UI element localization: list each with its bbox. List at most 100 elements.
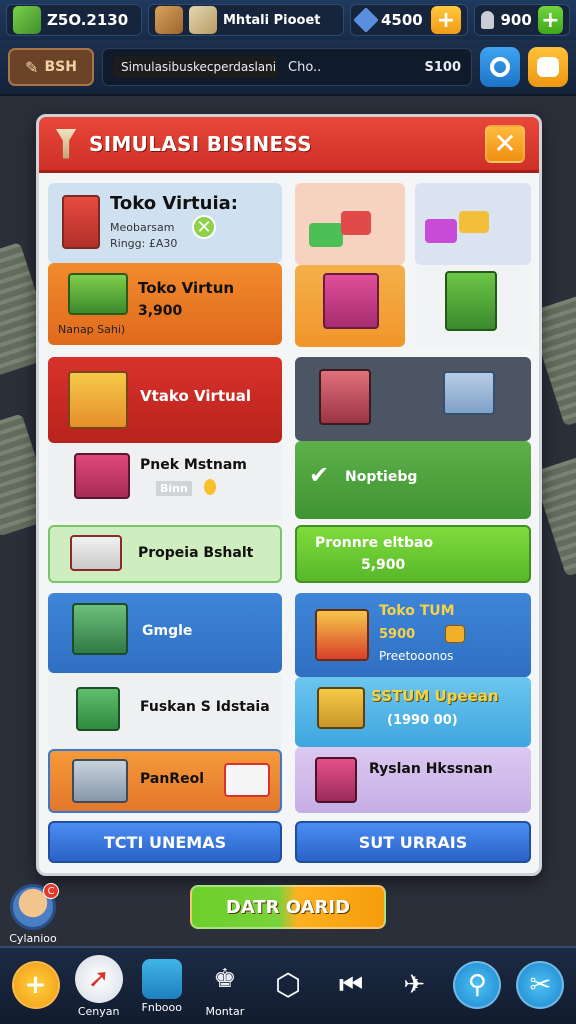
plus-icon: + [11, 961, 60, 1009]
card-price: 5900 [379, 627, 416, 642]
nav-add[interactable]: + [6, 961, 66, 1011]
red-goods-icon [341, 211, 371, 235]
staff-value: 900 [500, 11, 532, 29]
nav-hexagon[interactable]: ⬡ [258, 961, 318, 1011]
nav-montar[interactable]: ♚ Montar [195, 955, 255, 1018]
checkmark-icon: ✔ [309, 461, 330, 489]
nav-label: Cenyan [77, 1004, 120, 1018]
card-title: Propeia Bshalt [138, 545, 254, 561]
shop-card-sstum-upeean[interactable]: SSTUM Upeean (1990 00) [295, 677, 531, 747]
plane-icon: ✈ [403, 970, 426, 1000]
green-shelf-icon [445, 271, 497, 331]
top-resource-bar: Z5O.2130 Mhtali Piooet 4500 + 900 + [0, 0, 576, 40]
card-title: Pnek Mstnam [140, 457, 247, 473]
shop-card-toko-virtual[interactable]: Toko Virtuia: Meobarsam Ringg: £A30 ✕ [48, 183, 282, 263]
search-icon: ⚲ [453, 961, 502, 1009]
card-title: PanReol [140, 771, 204, 787]
item-card-pink-stall[interactable] [295, 265, 405, 347]
card-detail: Meobarsam [110, 221, 175, 234]
gems-value: 4500 [381, 11, 423, 29]
tools-icon: ✂ [516, 961, 565, 1009]
card-price: (1990 00) [387, 713, 458, 728]
nav-fnbooo[interactable]: Fnbooo [132, 958, 192, 1014]
avatar-name: Cylanioo [9, 932, 57, 945]
card-subtitle: Preetooonos [379, 649, 454, 663]
shop-card-fuskan[interactable]: Fuskan S Idstaia [48, 673, 282, 749]
gems-counter: 4500 + [350, 4, 468, 36]
card-price: 3,900 [138, 303, 183, 319]
cash-value: Z5O.2130 [47, 11, 129, 29]
upgrade-card-pronnre[interactable]: Pronnre eltbao 5,900 [295, 525, 531, 583]
nav-cenyan[interactable]: ➚ Cenyan [69, 954, 129, 1018]
item-card-toys[interactable] [415, 183, 531, 265]
news-amount: S100 [424, 59, 462, 75]
basket-icon [141, 958, 182, 999]
shop-card-toko-tum[interactable]: Toko TUM 5900 Preetooonos [295, 593, 531, 677]
shop-card-pnek-mstnam[interactable]: Pnek Mstnam Binn [48, 443, 282, 521]
business-simulation-modal: SIMULASI BISINESS ✕ Toko Virtuia: Meobar… [36, 114, 542, 876]
shop-card-panreol[interactable]: PanReol [48, 749, 282, 813]
left-action-button[interactable]: TCTI UNEMAS [48, 821, 282, 863]
chat-button[interactable] [528, 47, 568, 87]
shop-chip-button[interactable]: ✎ BSH [8, 48, 94, 86]
pink-cart-icon [315, 757, 357, 803]
add-staff-button[interactable]: + [537, 6, 563, 34]
card-title: SSTUM Upeean [371, 687, 499, 705]
green-goods-icon [309, 223, 343, 247]
nav-tools[interactable]: ✂ [510, 961, 570, 1011]
yellow-goods-icon [459, 211, 489, 233]
card-price: 5,900 [361, 557, 406, 573]
compass-icon: ➚ [74, 954, 123, 1003]
card-detail: Ringg: £A30 [110, 237, 178, 250]
nav-skip[interactable]: ⏮ [321, 961, 381, 1011]
shop-card-toko-virtun[interactable]: Toko Virtun 3,900 Nanap Sahi) [48, 263, 282, 345]
card-subtitle: Nanap Sahi) [58, 323, 126, 336]
tag-icon: ✎ [25, 57, 39, 77]
shop-card-gmgle[interactable]: Gmgle [48, 593, 282, 673]
close-button[interactable]: ✕ [485, 124, 525, 163]
item-card-dumbbells[interactable] [295, 183, 405, 265]
produce-crate-icon [72, 603, 128, 655]
settings-button[interactable] [480, 47, 520, 87]
right-action-button[interactable]: SUT URRAIS [295, 821, 531, 863]
shop-card-noptiebg[interactable]: ✔ Noptiebg [295, 441, 531, 519]
card-title: Noptiebg [345, 469, 418, 485]
confirm-label: DATR OARID [225, 896, 351, 918]
shop-chip-label: BSH [44, 59, 77, 75]
gift-stall-icon [74, 453, 130, 499]
shop-card-propeia-bshalt[interactable]: Propeia Bshalt [48, 525, 282, 583]
shopping-cart-icon [72, 759, 128, 803]
shop-card-ryslan[interactable]: Ryslan Hkssnan [295, 747, 531, 813]
notification-badge: C [43, 883, 59, 899]
storefront-icon [62, 195, 100, 249]
register-icon [70, 535, 122, 571]
bookshelf-icon [319, 369, 371, 425]
shelf-stack-icon [315, 609, 369, 661]
card-title: Toko Virtuia: [110, 193, 238, 214]
cart-icon [443, 371, 495, 415]
item-card-green-shelf[interactable] [415, 265, 531, 347]
card-title: Gmgle [142, 623, 193, 639]
person-icon [481, 11, 495, 29]
shop-card-vtako-virtual[interactable]: Vtako Virtual [48, 357, 282, 443]
hexagon-icon: ⬡ [274, 967, 302, 1003]
goods-counter: Mhtali Piooet [148, 4, 344, 36]
card-subtitle: Binn [156, 481, 192, 496]
market-stall-icon [68, 273, 128, 315]
avatar: C [10, 883, 59, 930]
player-avatar[interactable]: C Cylanioo [8, 883, 59, 945]
news-text: Cho.. [288, 59, 322, 75]
cancel-icon[interactable]: ✕ [192, 215, 216, 239]
confirm-button[interactable]: DATR OARID [190, 885, 386, 929]
nav-plane[interactable]: ✈ [384, 961, 444, 1011]
staff-counter: 900 + [474, 4, 570, 36]
nav-search[interactable]: ⚲ [447, 961, 507, 1011]
cart-goods-icon [317, 687, 365, 729]
add-gems-button[interactable]: + [431, 6, 461, 34]
card-title: Fuskan S Idstaia [140, 699, 270, 715]
package-icon [189, 6, 217, 34]
green-box-icon [76, 687, 120, 731]
gem-icon [353, 7, 379, 33]
card-title: Toko Virtun [138, 279, 235, 297]
shop-card-dark-shelf[interactable] [295, 357, 531, 441]
